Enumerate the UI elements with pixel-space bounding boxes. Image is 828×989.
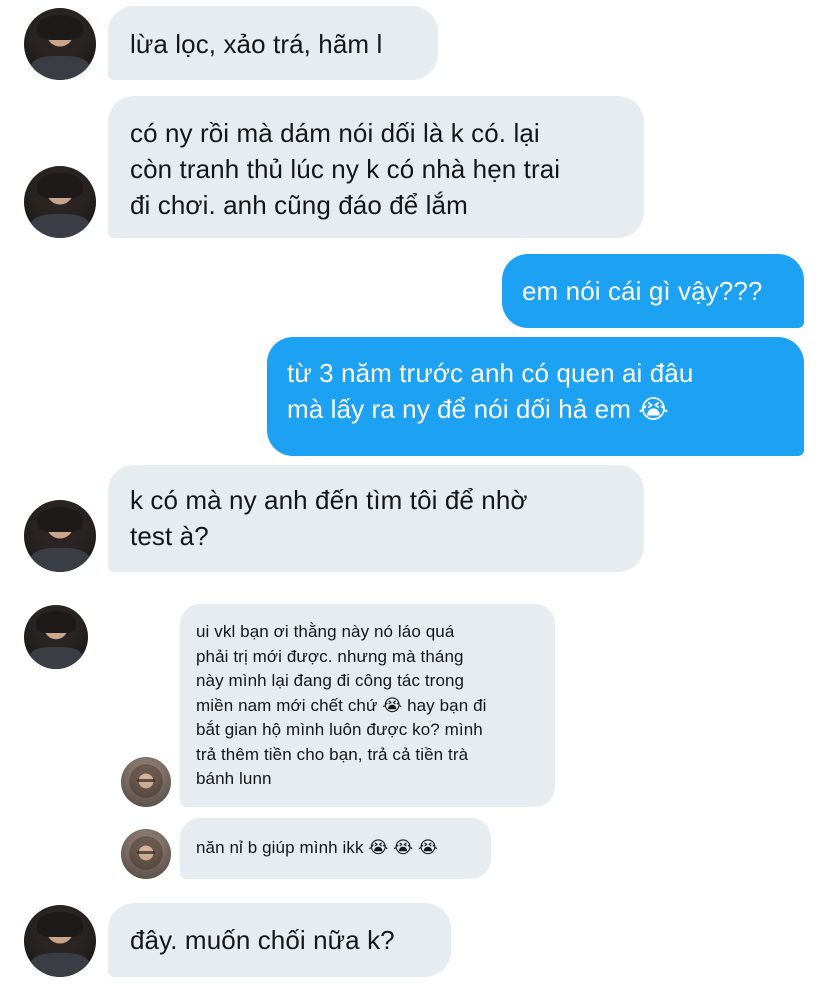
message-bubble-incoming[interactable]: đây. muốn chối nữa k? <box>108 903 451 977</box>
contact-avatar[interactable] <box>24 605 88 669</box>
contact-avatar[interactable] <box>24 905 96 977</box>
forwarded-screenshot-bubble: ui vkl bạn ơi thằng này nó láo quá phải … <box>180 604 555 807</box>
screenshot-avatar <box>121 757 171 807</box>
screenshot-avatar <box>121 829 171 879</box>
message-bubble-incoming[interactable]: lừa lọc, xảo trá, hãm l <box>108 6 438 80</box>
message-bubble-incoming[interactable]: k có mà ny anh đến tìm tôi để nhờ test à… <box>108 465 644 572</box>
contact-avatar[interactable] <box>24 500 96 572</box>
message-bubble-incoming[interactable]: có ny rồi mà dám nói dối là k có. lại cò… <box>108 96 644 238</box>
contact-avatar[interactable] <box>24 8 96 80</box>
contact-avatar[interactable] <box>24 166 96 238</box>
message-bubble-outgoing[interactable]: em nói cái gì vậy??? <box>502 254 804 328</box>
message-bubble-outgoing[interactable]: từ 3 năm trước anh có quen ai đâu mà lấy… <box>267 337 804 456</box>
forwarded-screenshot-bubble: năn nỉ b giúp mình ikk 😭 😭 😭 <box>180 818 491 879</box>
